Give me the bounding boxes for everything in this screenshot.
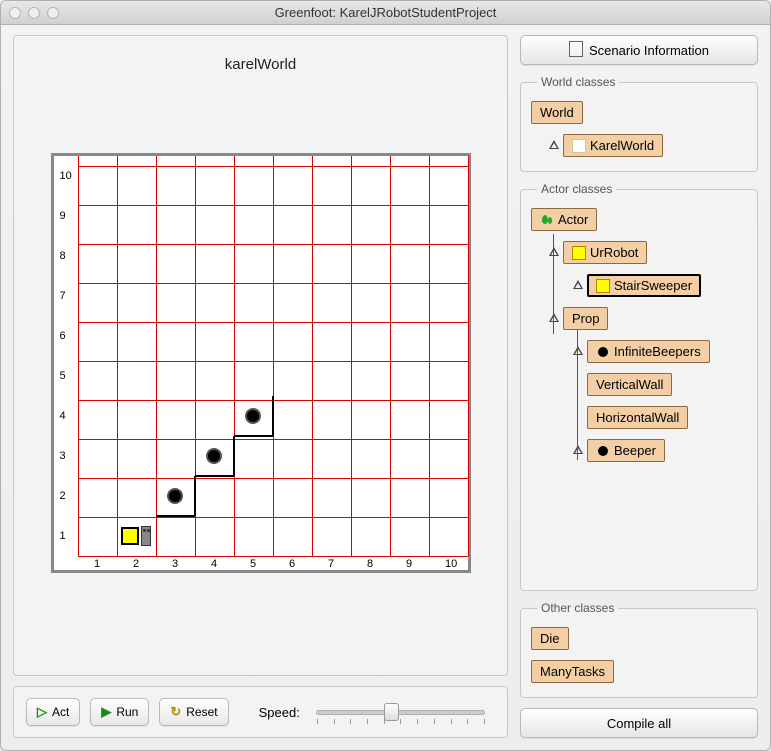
class-beeper[interactable]: Beeper <box>587 439 665 462</box>
window-title: Greenfoot: KarelJRobotStudentProject <box>1 5 770 20</box>
x-axis-label: 2 <box>133 558 139 570</box>
x-axis-label: 4 <box>211 558 217 570</box>
play-icon: ▶ <box>101 704 111 720</box>
y-axis-label: 9 <box>60 210 66 222</box>
window-controls <box>1 7 59 19</box>
reset-label: Reset <box>186 705 217 719</box>
y-axis-label: 5 <box>60 370 66 382</box>
wall <box>156 515 195 517</box>
world-panel: karelWorld 1 2 3 4 5 6 7 8 9 10 1 2 3 4 5 6 7 8 9 10 <box>13 35 508 676</box>
beeper[interactable] <box>206 448 222 464</box>
actor-classes-legend: Actor classes <box>537 182 616 196</box>
inherit-arrow-icon <box>547 139 561 153</box>
wall <box>195 475 234 477</box>
app-window: Greenfoot: KarelJRobotStudentProject kar… <box>0 0 771 751</box>
x-axis-label: 8 <box>367 558 373 570</box>
beeper-icon <box>598 347 608 357</box>
y-axis-label: 3 <box>60 450 66 462</box>
y-axis-label: 4 <box>60 410 66 422</box>
other-classes-legend: Other classes <box>537 601 618 615</box>
scenario-info-button[interactable]: Scenario Information <box>520 35 758 65</box>
class-die[interactable]: Die <box>531 627 569 650</box>
speed-label: Speed: <box>259 705 300 720</box>
scenario-info-label: Scenario Information <box>589 43 709 58</box>
play-step-icon: ▷ <box>37 704 47 720</box>
x-axis-label: 6 <box>289 558 295 570</box>
wall <box>272 396 274 436</box>
beeper[interactable] <box>167 488 183 504</box>
class-manytasks[interactable]: ManyTasks <box>531 660 614 683</box>
x-axis-label: 7 <box>328 558 334 570</box>
wall <box>194 476 196 516</box>
inherit-arrow-icon <box>571 345 585 359</box>
robot-icon <box>596 279 610 293</box>
act-button[interactable]: ▷ Act <box>26 698 80 726</box>
world-title: karelWorld <box>225 56 296 73</box>
y-axis-label: 8 <box>60 250 66 262</box>
document-icon <box>569 41 583 60</box>
close-icon[interactable] <box>9 7 21 19</box>
inherit-arrow-icon <box>547 246 561 260</box>
controls-toolbar: ▷ Act ▶ Run ↻ Reset Speed: <box>13 686 508 738</box>
titlebar[interactable]: Greenfoot: KarelJRobotStudentProject <box>1 1 770 25</box>
class-stairsweeper[interactable]: StairSweeper <box>587 274 701 297</box>
inherit-arrow-icon <box>571 279 585 293</box>
act-label: Act <box>52 705 69 719</box>
y-axis-label: 2 <box>60 490 66 502</box>
inherit-arrow-icon <box>547 312 561 326</box>
zoom-icon[interactable] <box>47 7 59 19</box>
run-label: Run <box>116 705 138 719</box>
actor-foot-icon <box>540 213 554 227</box>
compile-all-button[interactable]: Compile all <box>520 708 758 738</box>
slider-thumb[interactable] <box>384 703 399 721</box>
wall <box>233 436 235 476</box>
world-classes-panel: World classes World KarelWorld <box>520 75 758 172</box>
x-axis-label: 3 <box>172 558 178 570</box>
class-world[interactable]: World <box>531 101 583 124</box>
world-classes-legend: World classes <box>537 75 619 89</box>
reset-icon: ↻ <box>170 704 181 720</box>
speed-slider[interactable] <box>316 710 485 715</box>
wall <box>234 435 273 437</box>
actor-classes-panel: Actor classes Actor UrRobot <box>520 182 758 591</box>
x-axis-label: 1 <box>94 558 100 570</box>
y-axis-label: 10 <box>60 170 72 182</box>
world-icon <box>572 139 586 153</box>
y-axis-label: 1 <box>60 530 66 542</box>
inherit-arrow-icon <box>571 444 585 458</box>
run-button[interactable]: ▶ Run <box>90 698 149 726</box>
world-grid[interactable]: 1 2 3 4 5 6 7 8 9 10 1 2 3 4 5 6 7 8 9 10 <box>51 153 471 573</box>
class-karelworld[interactable]: KarelWorld <box>563 134 663 157</box>
class-prop[interactable]: Prop <box>563 307 608 330</box>
compile-label: Compile all <box>607 716 671 731</box>
class-horizontalwall[interactable]: HorizontalWall <box>587 406 688 429</box>
beeper[interactable] <box>245 408 261 424</box>
other-classes-panel: Other classes Die ManyTasks <box>520 601 758 698</box>
x-axis-label: 5 <box>250 558 256 570</box>
y-axis-label: 7 <box>60 290 66 302</box>
minimize-icon[interactable] <box>28 7 40 19</box>
class-actor[interactable]: Actor <box>531 208 597 231</box>
karel-robot[interactable] <box>121 525 151 547</box>
class-urrobot[interactable]: UrRobot <box>563 241 647 264</box>
x-axis-label: 9 <box>406 558 412 570</box>
x-axis-label: 10 <box>445 558 457 570</box>
class-infinitebeepers[interactable]: InfiniteBeepers <box>587 340 710 363</box>
beeper-icon <box>598 446 608 456</box>
class-verticalwall[interactable]: VerticalWall <box>587 373 672 396</box>
reset-button[interactable]: ↻ Reset <box>159 698 228 726</box>
y-axis-label: 6 <box>60 330 66 342</box>
robot-icon <box>572 246 586 260</box>
